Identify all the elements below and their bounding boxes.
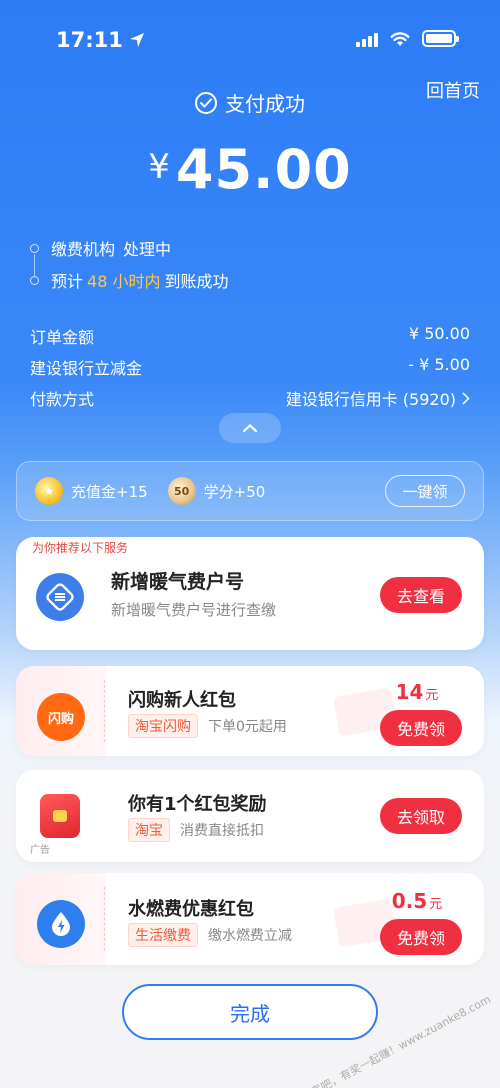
step2-prefix: 预计 [51,272,84,291]
price-value: 0.5 [391,889,428,913]
detail-value: - ¥ 5.00 [408,355,470,374]
detail-row-order-amount: 订单金额 ¥ 50.00 [30,324,470,348]
collapse-details-button[interactable] [219,413,281,443]
timeline-connector [34,254,35,278]
currency-symbol: ¥ [148,147,170,187]
wifi-icon [390,31,410,46]
step1-label: 缴费机构 [51,240,116,259]
claim-button[interactable]: 去领取 [380,798,462,834]
coupon-title: 闪购新人红包 [128,690,236,711]
battery-icon [422,30,459,47]
payment-amount: ¥45.00 [0,138,500,201]
coupon-tag: 淘宝闪购 [128,714,198,738]
coupon-card-shangou[interactable]: 闪购 闪购新人红包 淘宝闪购 下单0元起用 14 元 免费领 [16,666,484,756]
location-arrow-icon [129,33,144,47]
status-time: 17:11 [56,28,145,52]
coupon-price: 0.5 元 [376,889,458,913]
claim-free-button[interactable]: 免费领 [380,710,462,746]
ad-label: 广告 [30,845,50,856]
chevron-up-icon [243,424,257,432]
coin-icon: ★ [35,477,63,505]
recommend-tag: 为你推荐以下服务 [32,541,129,555]
processing-timeline: 缴费机构 处理中 预计 48 小时内 到账成功 [30,232,228,296]
coupon-tag: 生活缴费 [128,923,198,947]
timeline-step: 预计 48 小时内 到账成功 [30,264,228,296]
timeline-dot [30,243,39,253]
detail-value: 建设银行信用卡 (5920) [285,390,456,409]
shangou-icon: 闪购 [37,693,85,741]
detail-label: 建设银行立减金 [30,359,143,378]
detail-row-payment-method[interactable]: 付款方式 建设银行信用卡 (5920) [30,386,470,410]
cellular-signal-icon [356,31,378,47]
coupon-perforation [104,680,105,742]
coupon-title: 水燃费优惠红包 [128,899,254,920]
detail-row-discount: 建设银行立减金 - ¥ 5.00 [30,355,470,379]
coin-reward-label: 充值金+15 [71,482,148,501]
step1-status: 处理中 [123,240,172,259]
amount-value: 45.00 [175,138,352,201]
view-button[interactable]: 去查看 [380,577,462,613]
coupon-card-red-packet[interactable]: 广告 你有1个红包奖励 淘宝 消费直接抵扣 去领取 [16,770,484,862]
water-fee-icon [37,900,85,948]
score-coin-icon: 50 [167,477,196,505]
check-circle-icon [195,91,217,114]
coupon-tags: 生活缴费 缴水燃费立减 [128,923,292,947]
recommend-subtitle: 新增暖气费户号进行查缴 [111,601,277,619]
coupon-title: 你有1个红包奖励 [128,794,267,815]
recommend-card[interactable]: 为你推荐以下服务 新增暖气费户号 新增暖气费户号进行查缴 去查看 [16,537,484,650]
done-button[interactable]: 完成 [122,984,378,1040]
detail-label: 订单金额 [30,328,95,347]
step2-suffix: 到账成功 [164,272,229,291]
coupon-tags: 淘宝 消费直接抵扣 [128,818,264,842]
price-unit: 元 [429,897,443,912]
chevron-right-icon [462,391,470,405]
status-indicators [356,30,459,47]
detail-label: 付款方式 [30,390,95,409]
claim-all-button[interactable]: 一键领 [385,475,465,507]
coupon-note: 缴水燃费立减 [208,928,292,944]
timeline-step: 缴费机构 处理中 [30,232,228,264]
reward-bar: ★ 充值金+15 50 学分+50 一键领 [16,461,484,521]
price-value: 14 [395,680,424,704]
score-reward-label: 学分+50 [203,482,266,501]
status-time-text: 17:11 [56,28,123,52]
coupon-tags: 淘宝闪购 下单0元起用 [128,714,287,738]
recommend-title: 新增暖气费户号 [111,571,245,593]
coupon-card-water-fee[interactable]: 水燃费优惠红包 生活缴费 缴水燃费立减 0.5 元 免费领 [16,873,484,965]
coupon-tag: 淘宝 [128,818,170,842]
payment-success-title: 支付成功 [0,88,500,117]
payment-method-value[interactable]: 建设银行信用卡 (5920) [286,386,470,410]
coupon-perforation [104,887,105,951]
price-unit: 元 [425,688,439,703]
claim-free-button[interactable]: 免费领 [380,919,462,955]
red-packet-icon [40,794,80,838]
coupon-note: 消费直接抵扣 [180,823,264,839]
heating-account-icon [36,573,84,621]
step2-highlight: 48 小时内 [87,272,161,291]
coupon-price: 14 元 [376,680,458,704]
payment-success-label: 支付成功 [225,92,305,116]
detail-value: ¥ 50.00 [408,324,470,343]
coupon-note: 下单0元起用 [208,719,287,735]
